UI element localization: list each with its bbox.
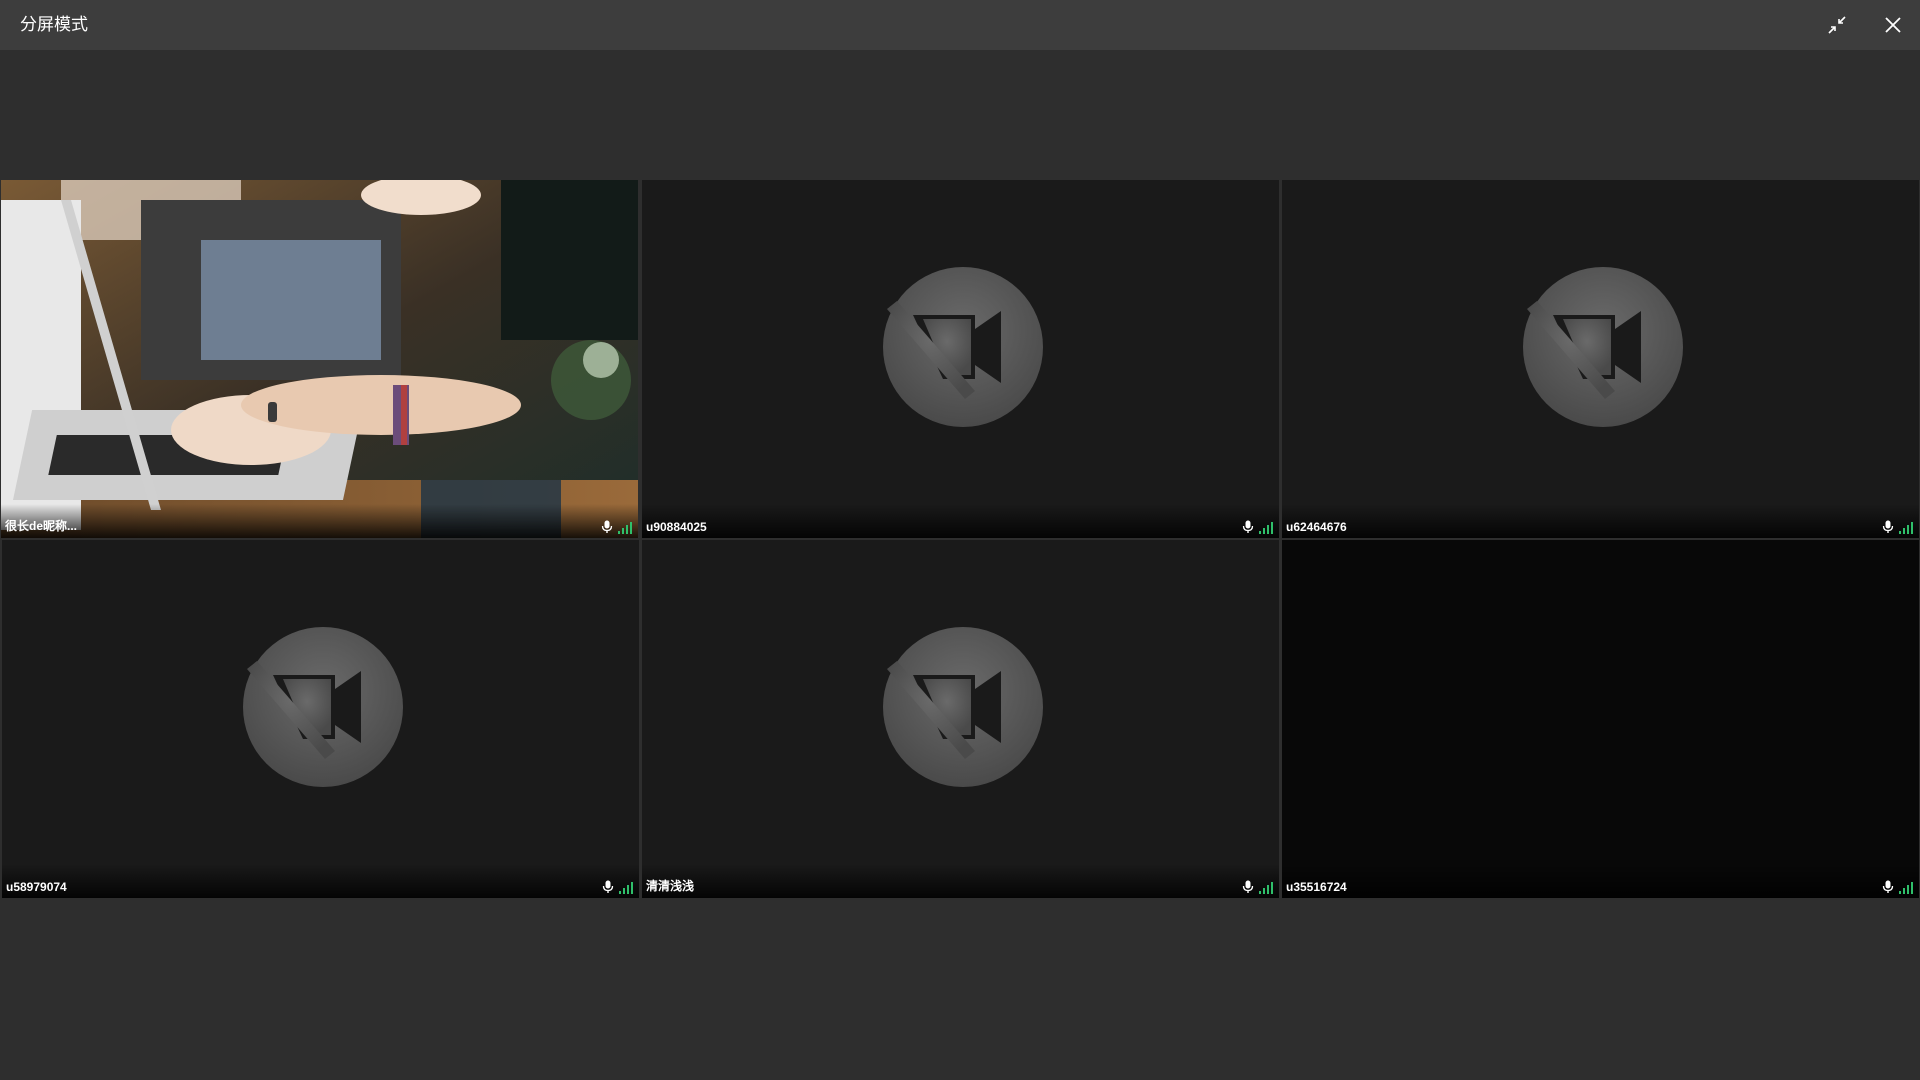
window-title: 分屏模式 (20, 15, 88, 34)
signal-strength-icon (1899, 522, 1913, 534)
close-icon[interactable] (1878, 10, 1908, 40)
tile-label-bar: u58979074 (2, 864, 639, 898)
camera-off-icon (243, 627, 403, 787)
mic-icon[interactable] (1242, 880, 1254, 894)
window-titlebar: 分屏模式 (0, 0, 1920, 50)
tile-label-bar: 清清浅浅 (642, 864, 1279, 898)
tile-label-bar: u35516724 (1282, 864, 1919, 898)
mic-icon[interactable] (602, 880, 614, 894)
signal-strength-icon (618, 522, 632, 534)
participant-name: 清清浅浅 (646, 879, 695, 893)
video-tile[interactable]: u35516724 (1282, 540, 1919, 898)
signal-strength-icon (1259, 882, 1273, 894)
participant-name: 很长de昵称... (5, 519, 78, 533)
camera-off-icon (883, 267, 1043, 427)
signal-strength-icon (1259, 522, 1273, 534)
camera-off-icon (1523, 267, 1683, 427)
tile-label-bar: 很长de昵称... (1, 504, 638, 538)
participant-name: u58979074 (6, 880, 67, 894)
mic-icon[interactable] (601, 520, 613, 534)
video-grid: 很长de昵称... u90884025 u62464676 u58979074 (0, 180, 1920, 900)
mic-icon[interactable] (1882, 880, 1894, 894)
mic-icon[interactable] (1242, 520, 1254, 534)
video-tile[interactable]: 清清浅浅 (642, 540, 1279, 898)
tile-label-bar: u90884025 (642, 504, 1279, 538)
collapse-arrows-icon[interactable] (1822, 10, 1852, 40)
tile-label-bar: u62464676 (1282, 504, 1919, 538)
mic-icon[interactable] (1882, 520, 1894, 534)
camera-off-icon (883, 627, 1043, 787)
video-tile[interactable]: u90884025 (642, 180, 1279, 538)
signal-strength-icon (619, 882, 633, 894)
video-tile[interactable]: u58979074 (2, 540, 639, 898)
video-tile[interactable]: u62464676 (1282, 180, 1919, 538)
participant-name: u90884025 (646, 520, 707, 534)
participant-name: u62464676 (1286, 520, 1347, 534)
signal-strength-icon (1899, 882, 1913, 894)
video-feed (1, 180, 638, 538)
video-tile[interactable]: 很长de昵称... (1, 180, 638, 538)
participant-name: u35516724 (1286, 880, 1347, 894)
